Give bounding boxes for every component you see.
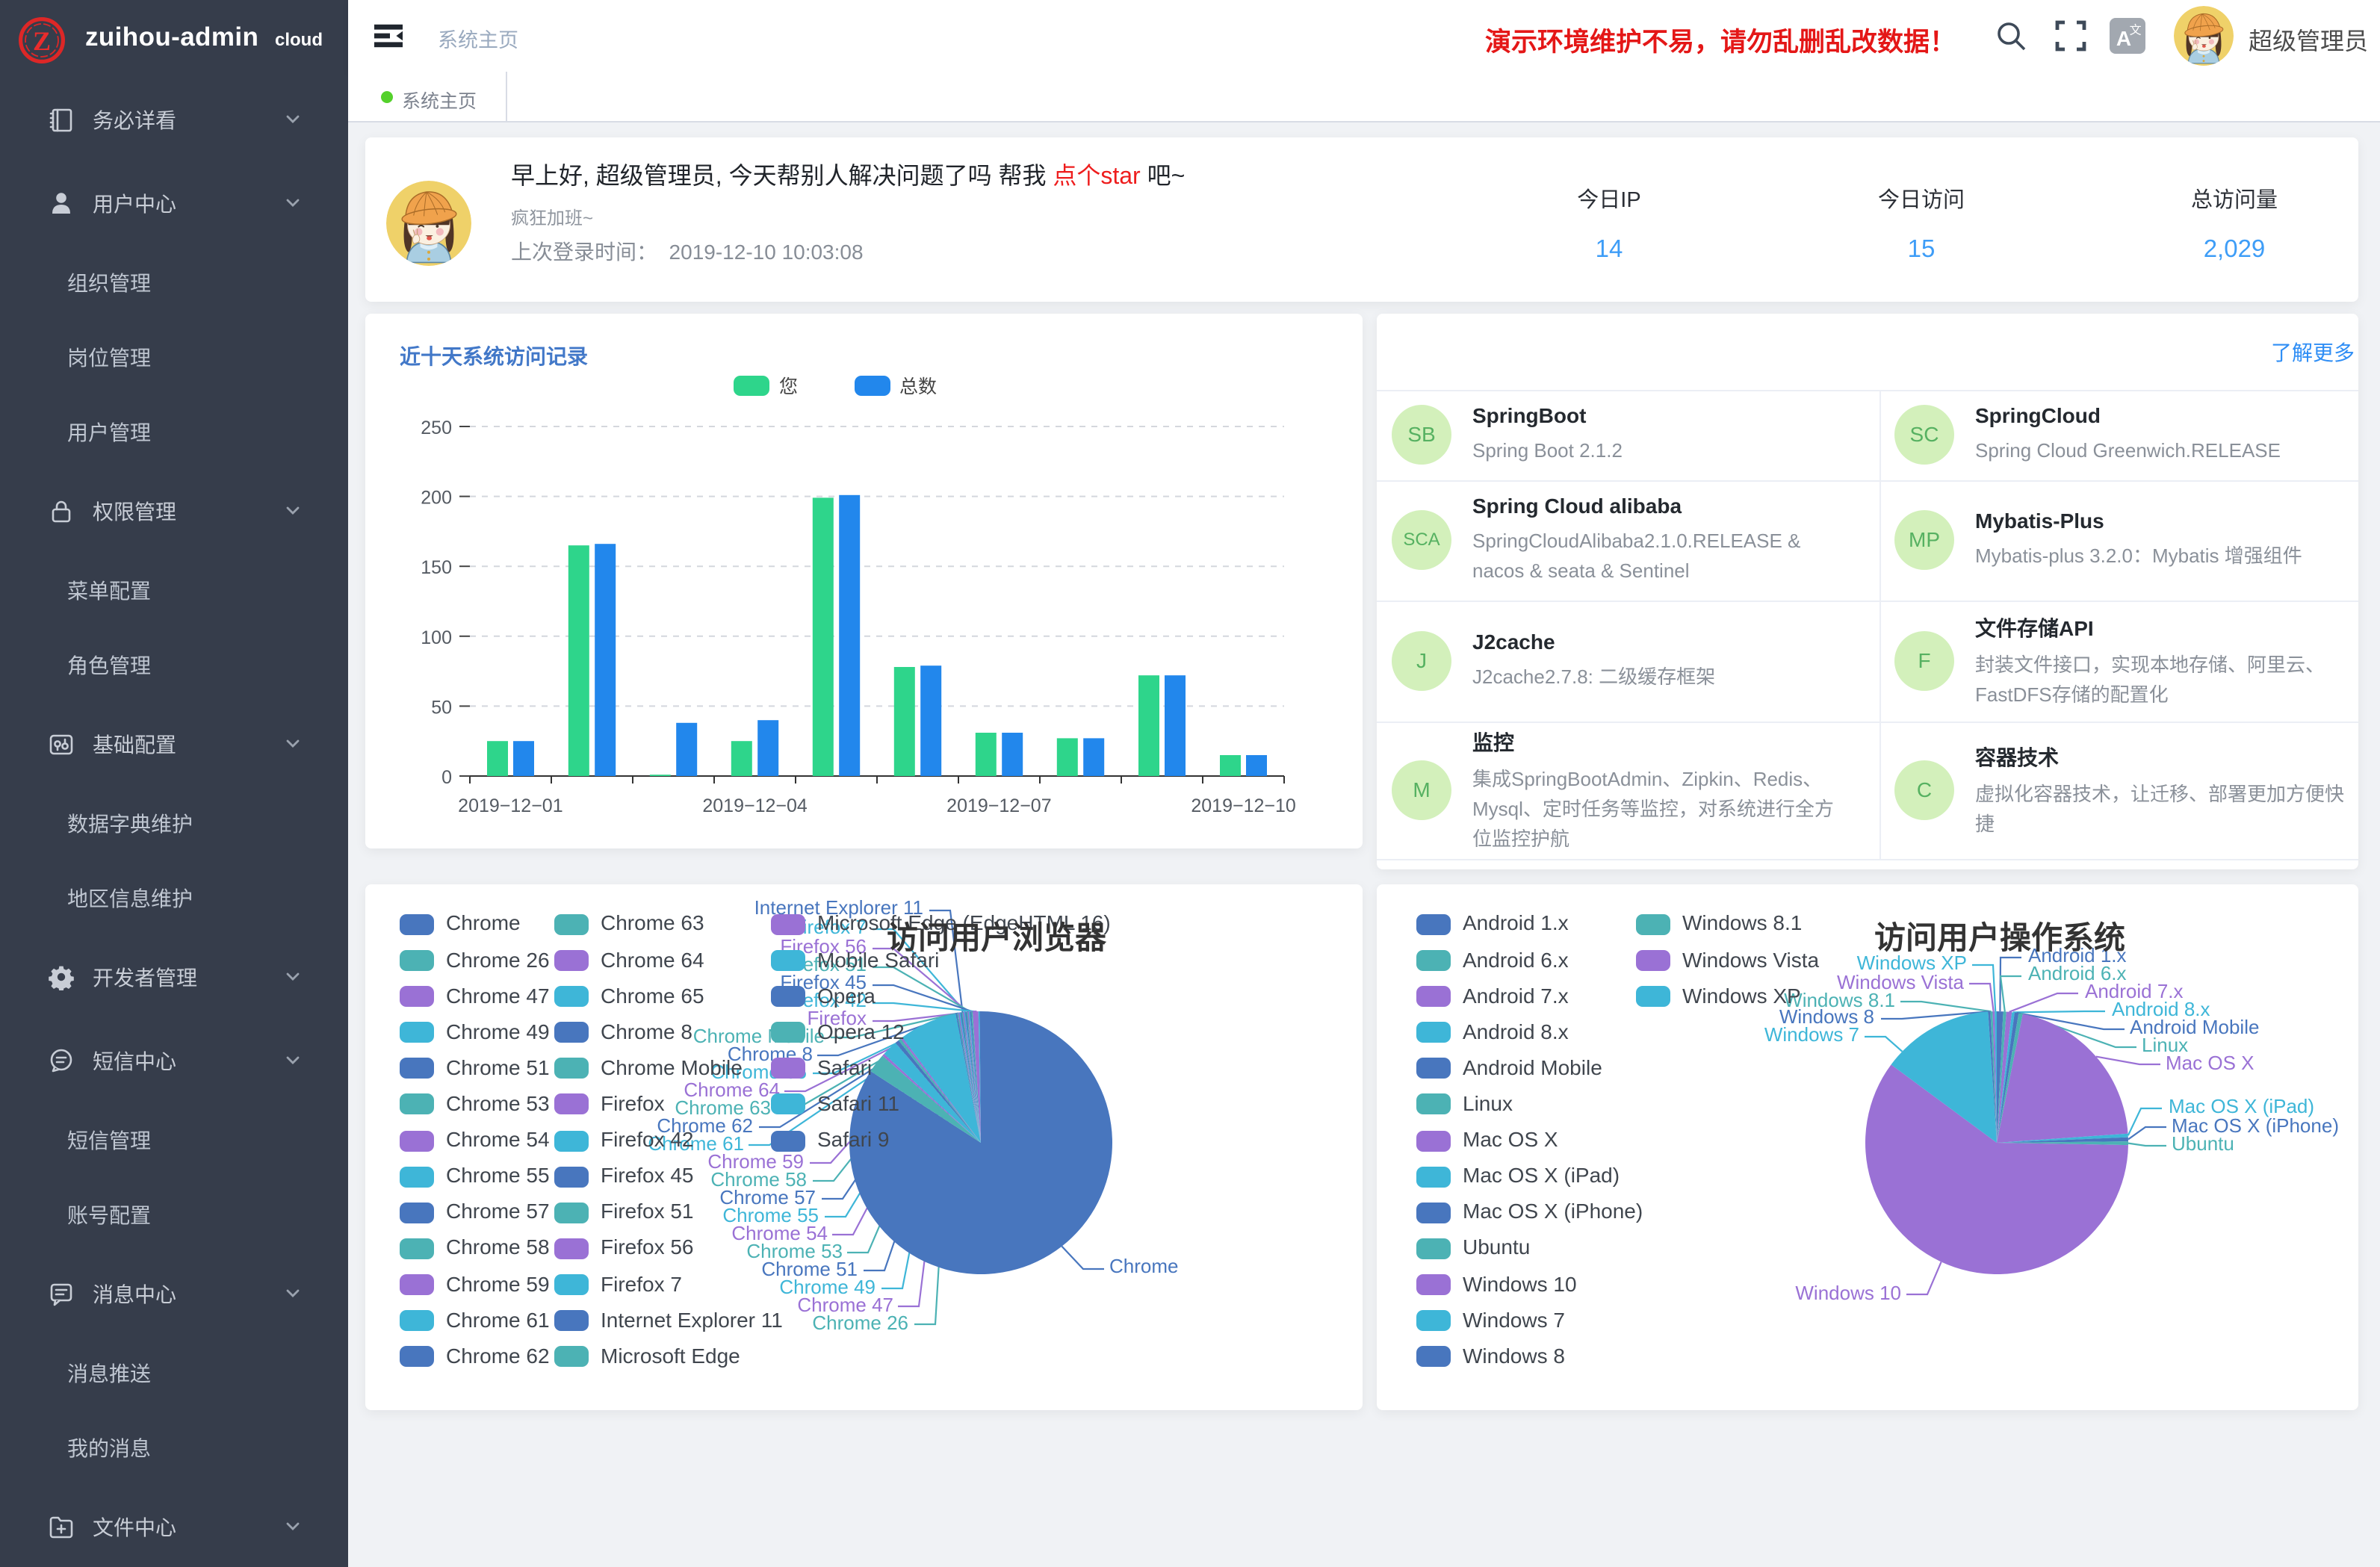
svg-text:您: 您 (779, 376, 798, 397)
svg-text:0: 0 (441, 767, 452, 788)
svg-text:100: 100 (421, 627, 452, 648)
svg-text:文: 文 (2130, 24, 2142, 37)
svg-text:2019−12−04: 2019−12−04 (702, 795, 808, 816)
svg-text:2019−12−10: 2019−12−10 (1191, 795, 1295, 816)
svg-text:2019−12−07: 2019−12−07 (946, 795, 1051, 816)
svg-text:150: 150 (421, 557, 452, 578)
svg-text:总数: 总数 (899, 376, 937, 397)
svg-text:2019−12−01: 2019−12−01 (458, 795, 563, 816)
svg-text:200: 200 (421, 488, 452, 509)
svg-text:Z: Z (33, 26, 51, 56)
svg-text:250: 250 (421, 418, 452, 438)
svg-text:50: 50 (431, 697, 452, 718)
